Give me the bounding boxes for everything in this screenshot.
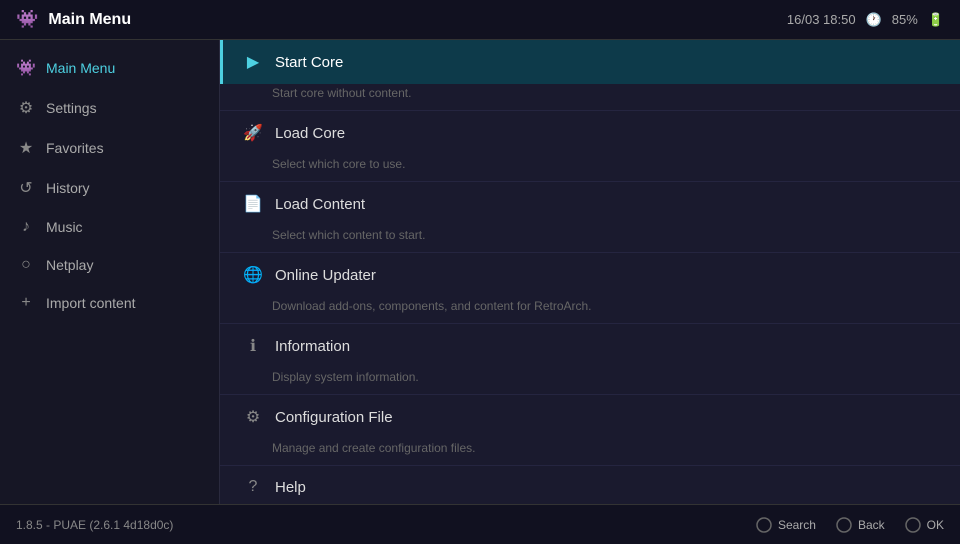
- menu-item-title-load-core: Load Core: [275, 125, 345, 142]
- menu-item-desc-start-core: Start core without content.: [220, 84, 960, 110]
- sidebar-icon-main-menu: 👾: [16, 58, 36, 78]
- retroarch-logo-icon: 👾: [16, 9, 38, 30]
- sidebar-item-netplay[interactable]: ○ Netplay: [0, 246, 219, 284]
- ok-icon: [905, 517, 921, 533]
- menu-item-title-start-core: Start Core: [275, 54, 343, 71]
- menu-item-help[interactable]: ?HelpLearn more about how the program wo…: [220, 466, 960, 504]
- sidebar-item-settings[interactable]: ⚙ Settings: [0, 88, 219, 128]
- top-bar: 👾 Main Menu 16/03 18:50 🕐 85% 🔋: [0, 0, 960, 40]
- menu-item-header-configuration-file: ⚙ Configuration File: [220, 395, 960, 439]
- sidebar-item-history[interactable]: ↺ History: [0, 168, 219, 208]
- right-panel: ▶ Start Core Start core without content. 🚀 L…: [220, 40, 960, 504]
- sidebar: 👾 Main Menu ⚙ Settings ★ Favorites ↺ History ♪ Mu…: [0, 40, 220, 504]
- sidebar-label-import-content: Import content: [46, 295, 136, 311]
- menu-item-header-information: ℹ Information: [220, 324, 960, 368]
- sidebar-label-main-menu: Main Menu: [46, 60, 115, 76]
- menu-item-icon-load-content: 📄: [243, 194, 263, 214]
- menu-item-icon-information: ℹ: [243, 336, 263, 356]
- clock-icon: 🕐: [866, 12, 882, 28]
- battery-icon: 🔋: [928, 12, 944, 28]
- battery-display: 85%: [892, 12, 918, 27]
- sidebar-icon-netplay: ○: [16, 256, 36, 274]
- bottom-bar-actions: Search Back OK: [756, 517, 944, 533]
- menu-item-start-core[interactable]: ▶ Start Core Start core without content.: [220, 40, 960, 111]
- menu-item-header-help: ? Help: [220, 466, 960, 504]
- menu-item-information[interactable]: ℹ Information Display system information.: [220, 324, 960, 395]
- menu-item-icon-help: ?: [243, 478, 263, 496]
- menu-item-icon-load-core: 🚀: [243, 123, 263, 143]
- menu-item-icon-online-updater: 🌐: [243, 265, 263, 285]
- sidebar-icon-settings: ⚙: [16, 98, 36, 118]
- main-content: 👾 Main Menu ⚙ Settings ★ Favorites ↺ History ♪ Mu…: [0, 40, 960, 504]
- bottom-action-label-back: Back: [858, 518, 885, 532]
- menu-item-desc-load-content: Select which content to start.: [220, 226, 960, 252]
- menu-item-header-load-content: 📄 Load Content: [220, 182, 960, 226]
- menu-item-icon-configuration-file: ⚙: [243, 407, 263, 427]
- sidebar-icon-history: ↺: [16, 178, 36, 198]
- sidebar-icon-favorites: ★: [16, 138, 36, 158]
- bottom-bar: 1.8.5 - PUAE (2.6.1 4d18d0c) Search Back O…: [0, 504, 960, 544]
- sidebar-icon-import-content: +: [16, 294, 36, 312]
- menu-item-header-load-core: 🚀 Load Core: [220, 111, 960, 155]
- menu-item-load-core[interactable]: 🚀 Load Core Select which core to use.: [220, 111, 960, 182]
- menu-item-title-help: Help: [275, 479, 306, 496]
- menu-item-desc-load-core: Select which core to use.: [220, 155, 960, 181]
- sidebar-label-settings: Settings: [46, 100, 97, 116]
- menu-item-title-online-updater: Online Updater: [275, 267, 376, 284]
- sidebar-item-music[interactable]: ♪ Music: [0, 208, 219, 246]
- menu-item-title-load-content: Load Content: [275, 196, 365, 213]
- menu-item-desc-information: Display system information.: [220, 368, 960, 394]
- bottom-action-back[interactable]: Back: [836, 517, 885, 533]
- top-bar-right: 16/03 18:50 🕐 85% 🔋: [787, 12, 944, 28]
- menu-item-title-information: Information: [275, 338, 350, 355]
- page-title: Main Menu: [48, 11, 786, 29]
- sidebar-label-favorites: Favorites: [46, 140, 104, 156]
- menu-item-title-configuration-file: Configuration File: [275, 409, 393, 426]
- version-label: 1.8.5 - PUAE (2.6.1 4d18d0c): [16, 518, 173, 532]
- sidebar-label-netplay: Netplay: [46, 257, 93, 273]
- back-icon: [836, 517, 852, 533]
- menu-item-load-content[interactable]: 📄 Load Content Select which content to sta…: [220, 182, 960, 253]
- menu-item-icon-start-core: ▶: [243, 52, 263, 72]
- menu-item-desc-configuration-file: Manage and create configuration files.: [220, 439, 960, 465]
- bottom-action-search[interactable]: Search: [756, 517, 816, 533]
- sidebar-item-main-menu[interactable]: 👾 Main Menu: [0, 48, 219, 88]
- bottom-action-ok[interactable]: OK: [905, 517, 944, 533]
- datetime-display: 16/03 18:50: [787, 12, 856, 27]
- menu-item-online-updater[interactable]: 🌐 Online Updater Download add-ons, compone…: [220, 253, 960, 324]
- menu-item-configuration-file[interactable]: ⚙ Configuration File Manage and create con…: [220, 395, 960, 466]
- menu-item-desc-online-updater: Download add-ons, components, and conten…: [220, 297, 960, 323]
- menu-item-header-start-core: ▶ Start Core: [220, 40, 960, 84]
- sidebar-icon-music: ♪: [16, 218, 36, 236]
- sidebar-label-music: Music: [46, 219, 83, 235]
- sidebar-item-import-content[interactable]: + Import content: [0, 284, 219, 322]
- bottom-action-label-search: Search: [778, 518, 816, 532]
- search-icon: [756, 517, 772, 533]
- sidebar-label-history: History: [46, 180, 90, 196]
- sidebar-item-favorites[interactable]: ★ Favorites: [0, 128, 219, 168]
- bottom-action-label-ok: OK: [927, 518, 944, 532]
- menu-item-header-online-updater: 🌐 Online Updater: [220, 253, 960, 297]
